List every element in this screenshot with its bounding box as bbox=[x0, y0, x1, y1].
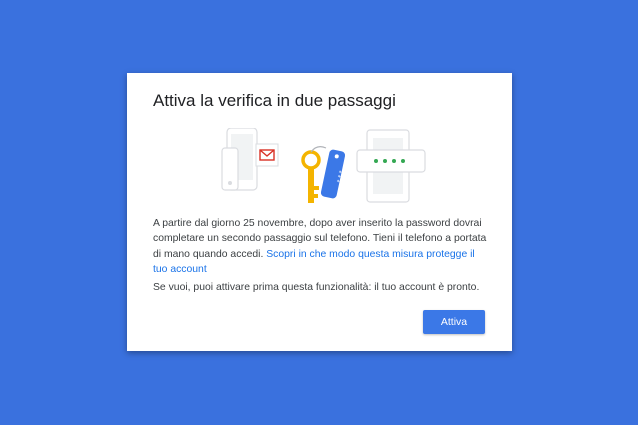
dialog-body-text: A partire dal giorno 25 novembre, dopo a… bbox=[153, 216, 488, 278]
illustration: * * * bbox=[221, 128, 426, 203]
password-tag-icon: * * * bbox=[320, 149, 346, 199]
mail-icon bbox=[255, 143, 279, 167]
two-step-verification-dialog: Attiva la verifica in due passaggi * * *… bbox=[127, 73, 512, 351]
secondary-text: Se vuoi, puoi attivare prima questa funz… bbox=[153, 282, 480, 293]
laptop-icon bbox=[356, 129, 426, 203]
phone-icon bbox=[221, 128, 258, 191]
dialog-title: Attiva la verifica in due passaggi bbox=[153, 91, 396, 110]
activate-button[interactable]: Attiva bbox=[423, 310, 485, 334]
